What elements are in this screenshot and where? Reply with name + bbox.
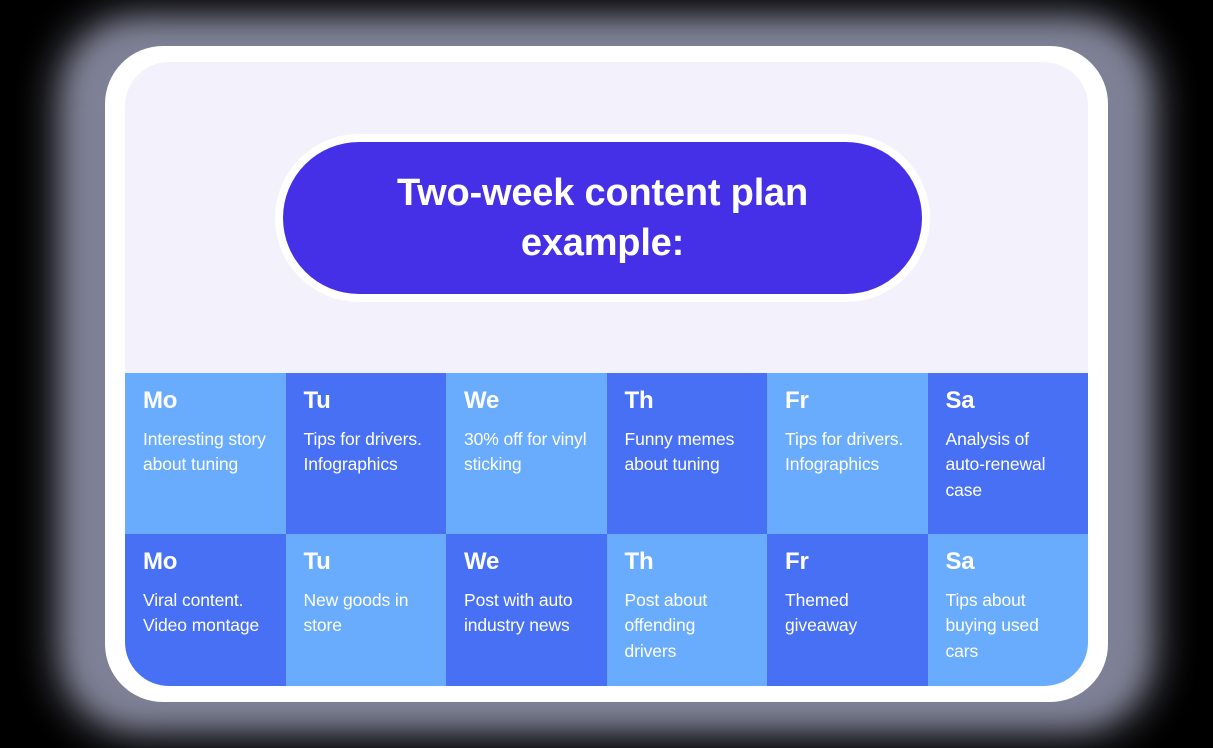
calendar-cell-week1-tu[interactable]: Tu Tips for drivers. Infographics <box>285 373 446 534</box>
day-label: Fr <box>785 387 809 414</box>
day-note: Interesting story about tuning <box>143 429 266 475</box>
day-label: Mo <box>143 548 178 575</box>
calendar-cell-week2-fr[interactable]: Fr Themed giveaway <box>767 534 928 686</box>
calendar-cell-week1-th[interactable]: Th Funny memes about tuning <box>606 373 767 534</box>
day-label: Th <box>624 387 654 414</box>
page-title: Two-week content plan example: <box>396 171 809 264</box>
calendar-cell-week2-mo[interactable]: Mo Viral content. Video montage <box>125 534 286 686</box>
day-note: Viral content. Video montage <box>143 590 260 636</box>
day-label: We <box>464 548 500 575</box>
day-note: Analysis of auto-renewal case <box>945 429 1046 500</box>
calendar-cell-week1-sa[interactable]: Sa Analysis of auto-renewal case <box>927 373 1088 534</box>
day-note: Tips for drivers. Infographics <box>785 429 904 475</box>
calendar-cell-week2-th[interactable]: Th Post about offending drivers <box>606 534 767 686</box>
calendar-cell-week2-sa[interactable]: Sa Tips about buying used cars <box>927 534 1088 686</box>
calendar-cell-week2-tu[interactable]: Tu New goods in store <box>285 534 446 686</box>
day-note: Post about offending drivers <box>624 590 708 661</box>
day-note: New goods in store <box>303 590 409 636</box>
day-label: Tu <box>303 387 331 414</box>
calendar-cell-week1-mo[interactable]: Mo Interesting story about tuning <box>125 373 286 534</box>
title-pill: Two-week content plan example: <box>283 142 922 294</box>
content-calendar-grid: Mo Interesting story about tuning Tu Tip… <box>125 373 1088 686</box>
day-note: Funny memes about tuning <box>624 429 735 475</box>
day-label: Sa <box>945 548 975 575</box>
calendar-cell-week2-we[interactable]: We Post with auto industry news <box>446 534 607 686</box>
calendar-cell-week1-fr[interactable]: Fr Tips for drivers. Infographics <box>767 373 928 534</box>
day-note: 30% off for vinyl sticking <box>464 429 587 475</box>
day-label: Tu <box>303 548 331 575</box>
day-note: Post with auto industry news <box>464 590 573 636</box>
day-label: Mo <box>143 387 178 414</box>
calendar-cell-week1-we[interactable]: We 30% off for vinyl sticking <box>446 373 607 534</box>
day-label: Fr <box>785 548 809 575</box>
title-pill-outline: Two-week content plan example: <box>275 134 930 302</box>
day-note: Tips about buying used cars <box>945 590 1039 661</box>
day-note: Themed giveaway <box>785 590 858 636</box>
day-label: Sa <box>945 387 975 414</box>
day-label: We <box>464 387 500 414</box>
day-note: Tips for drivers. Infographics <box>303 429 422 475</box>
day-label: Th <box>624 548 654 575</box>
screenshot-canvas: Two-week content plan example: Mo Intere… <box>0 0 1213 748</box>
